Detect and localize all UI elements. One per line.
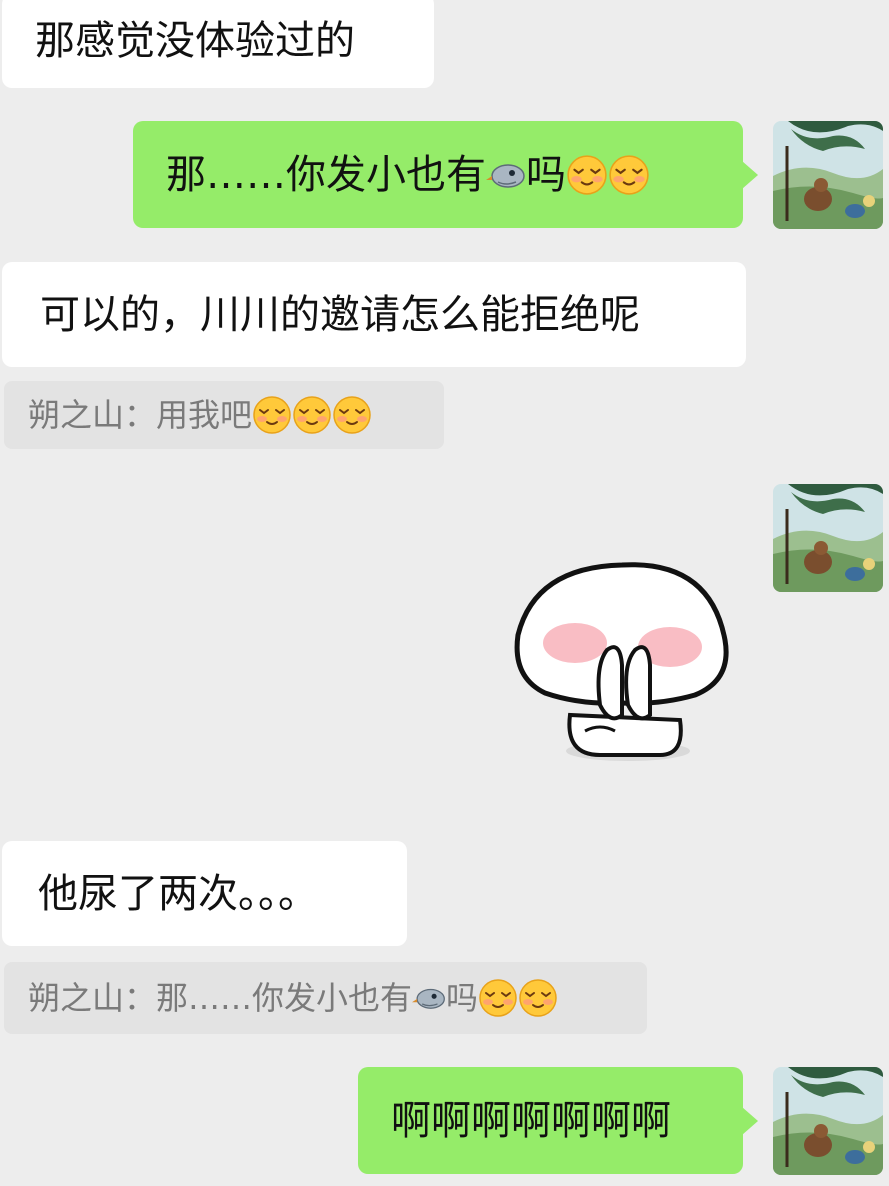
outgoing-message[interactable]: 那……你发小也有 吗 <box>133 121 758 228</box>
smirk-face-icon <box>332 395 372 435</box>
message-text: 可以的，川川的邀请怎么能拒绝呢 <box>40 291 640 338</box>
smirk-face-icon <box>252 395 292 435</box>
avatar[interactable] <box>773 484 883 592</box>
incoming-message[interactable]: 可以的，川川的邀请怎么能拒绝呢 <box>2 262 746 367</box>
message-text: 啊啊啊啊啊啊啊 <box>391 1097 671 1144</box>
quote-text: 用我吧 <box>156 396 253 434</box>
landscape-avatar-icon <box>773 1067 883 1175</box>
message-text-after: 吗 <box>526 151 566 198</box>
avatar[interactable] <box>773 1067 883 1175</box>
smirk-face-icon <box>518 978 558 1018</box>
quote-text-before: 那……你发小也有 <box>156 979 413 1017</box>
avatar[interactable] <box>773 121 883 229</box>
quoted-message[interactable]: 朔之山： 用我吧 <box>4 381 444 449</box>
shy-mushroom-sticker[interactable] <box>510 555 735 770</box>
outgoing-message[interactable]: 啊啊啊啊啊啊啊 <box>358 1067 758 1174</box>
smirk-face-icon <box>292 395 332 435</box>
bird-icon <box>412 985 446 1011</box>
message-text: 那感觉没体验过的 <box>35 18 355 64</box>
quote-sender: 朔之山： <box>28 396 157 434</box>
message-text-before: 那……你发小也有 <box>166 151 486 198</box>
quote-text-after: 吗 <box>446 979 479 1017</box>
smirk-face-icon <box>478 978 518 1018</box>
incoming-message[interactable]: 他尿了两次。。。 <box>2 841 407 946</box>
bird-icon <box>486 160 526 190</box>
smirk-face-icon <box>566 154 608 196</box>
quote-sender: 朔之山： <box>28 979 157 1017</box>
landscape-avatar-icon <box>773 484 883 592</box>
incoming-message[interactable]: 那感觉没体验过的 <box>2 0 434 88</box>
quoted-message[interactable]: 朔之山： 那……你发小也有 吗 <box>4 962 647 1034</box>
message-text: 他尿了两次。。。 <box>38 870 318 917</box>
landscape-avatar-icon <box>773 121 883 229</box>
smirk-face-icon <box>608 154 650 196</box>
